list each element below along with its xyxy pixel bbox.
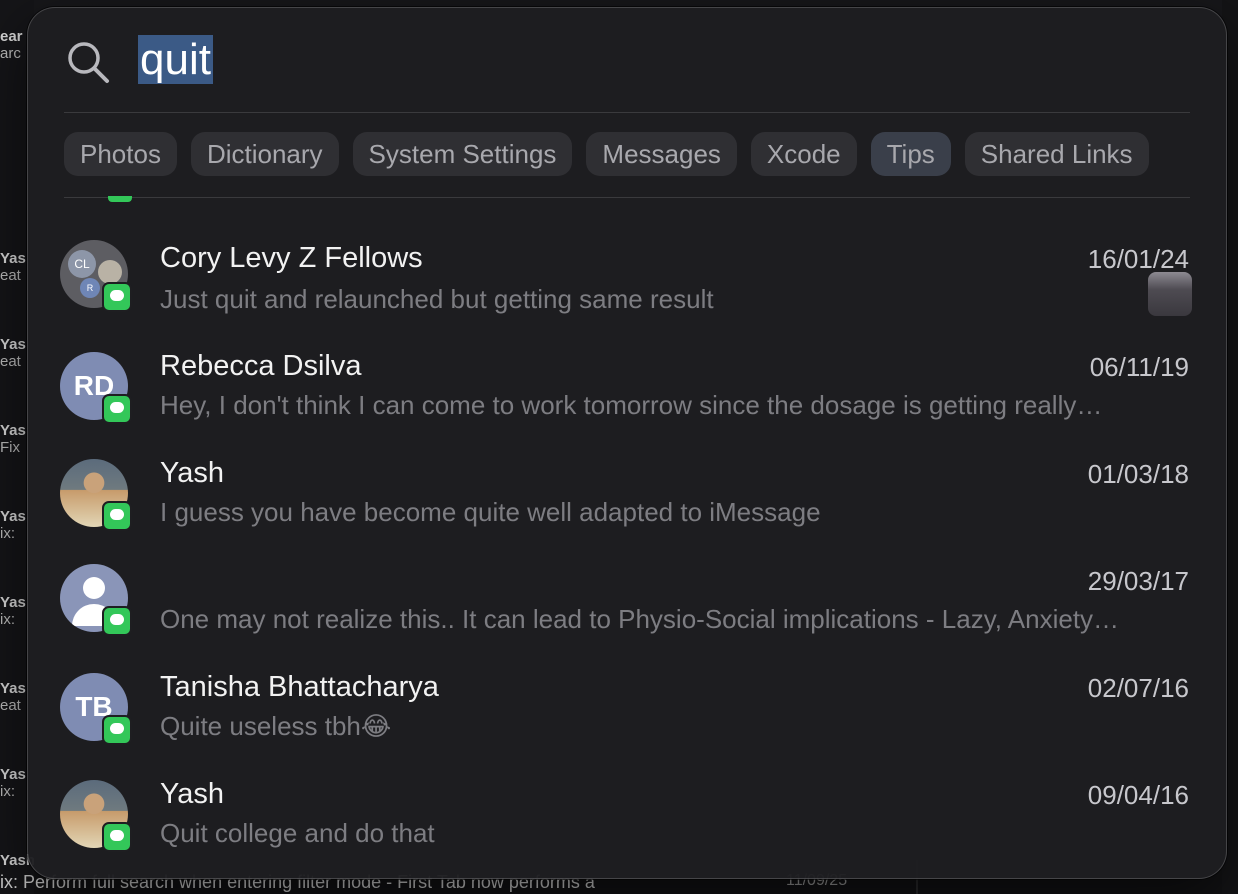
- search-input[interactable]: quit: [138, 30, 213, 90]
- search-bar: quit: [28, 8, 1226, 112]
- bg-fragment: Yas eat: [0, 680, 26, 714]
- contact-name: Yash: [160, 457, 224, 489]
- messages-app-icon: [102, 394, 132, 424]
- result-row[interactable]: TB Tanisha Bhattacharya 02/07/16 Quite u…: [28, 659, 1226, 759]
- search-query-selection: quit: [138, 35, 213, 84]
- category-chip-tips[interactable]: Tips: [870, 132, 951, 176]
- messages-app-icon: [102, 715, 132, 745]
- contact-name: Tanisha Bhattacharya: [160, 671, 439, 703]
- category-chip-shared-links[interactable]: Shared Links: [964, 132, 1149, 176]
- bg-fragment: Yas Fix: [0, 422, 26, 456]
- avatar: [60, 459, 132, 531]
- message-preview: Hey, I don't think I can come to work to…: [160, 390, 1103, 420]
- messages-app-icon: [102, 282, 132, 312]
- category-chip-photos[interactable]: Photos: [64, 132, 177, 176]
- bg-fragment: Yas ix:: [0, 508, 26, 542]
- category-filter-bar: Photos Dictionary System Settings Messages X…: [64, 132, 1226, 178]
- messages-app-icon: [102, 822, 132, 852]
- result-row[interactable]: CL R Cory Levy Z Fellows 16/01/24 Just q…: [28, 220, 1226, 320]
- scrolled-badge-sliver: [108, 196, 132, 202]
- result-row[interactable]: RD Rebecca Dsilva 06/11/19 Hey, I don't …: [28, 338, 1226, 438]
- contact-name: Rebecca Dsilva: [160, 350, 362, 382]
- message-date: 09/04/16: [1087, 780, 1189, 810]
- bg-fragment: ear arc: [0, 28, 23, 62]
- category-chip-system-settings[interactable]: System Settings: [352, 132, 573, 176]
- bg-fragment: Yas ix:: [0, 766, 26, 800]
- messages-app-icon: [102, 606, 132, 636]
- divider: [64, 197, 1190, 198]
- result-row[interactable]: Yash 09/04/16 Quit college and do that: [28, 766, 1226, 866]
- message-preview: One may not realize this.. It can lead t…: [160, 604, 1120, 634]
- divider: [64, 112, 1190, 113]
- message-date: 02/07/16: [1087, 673, 1189, 703]
- avatar: [60, 564, 132, 636]
- avatar: RD: [60, 352, 132, 424]
- category-chip-messages[interactable]: Messages: [586, 132, 737, 176]
- message-preview: Quite useless tbh😂: [160, 711, 392, 741]
- message-date: 01/03/18: [1087, 459, 1189, 489]
- contact-name: Yash: [160, 778, 224, 810]
- messages-app-icon: [102, 501, 132, 531]
- avatar: TB: [60, 673, 132, 745]
- message-preview: Just quit and relaunched but getting sam…: [160, 284, 714, 314]
- bg-fragment: Yas eat: [0, 336, 26, 370]
- bg-fragment: Yas ix:: [0, 594, 26, 628]
- message-date: 29/03/17: [1087, 566, 1189, 596]
- avatar-mini-photo: [98, 260, 122, 284]
- avatar-mini: R: [80, 278, 100, 298]
- search-icon: [68, 42, 109, 83]
- category-chip-xcode[interactable]: Xcode: [750, 132, 857, 176]
- avatar: [60, 780, 132, 852]
- message-date: 06/11/19: [1089, 352, 1189, 382]
- contact-name: Cory Levy Z Fellows: [160, 242, 423, 274]
- avatar: CL R: [60, 240, 132, 312]
- bg-fragment: Yas eat: [0, 250, 26, 284]
- spotlight-panel: quit Photos Dictionary System Settings Mess…: [27, 7, 1227, 879]
- attachment-thumbnail: [1148, 272, 1192, 316]
- message-preview: I guess you have become quite well adapt…: [160, 497, 821, 527]
- message-date: 16/01/24: [1087, 244, 1189, 274]
- message-preview: Quit college and do that: [160, 818, 435, 848]
- result-row[interactable]: Yash 01/03/18 I guess you have become qu…: [28, 445, 1226, 545]
- avatar-mini: CL: [68, 250, 96, 278]
- result-row[interactable]: 29/03/17 One may not realize this.. It c…: [28, 552, 1226, 652]
- category-chip-dictionary[interactable]: Dictionary: [190, 132, 339, 176]
